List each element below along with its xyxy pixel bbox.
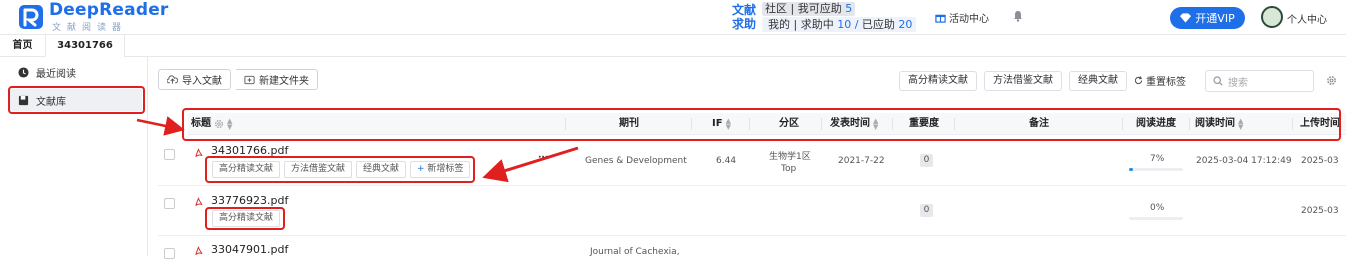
my-requests-bar[interactable]: 我的 | 求助中 10 / 已应助 20 [762, 17, 917, 32]
top-header: DeepReader 文献阅读器 文献 求助 社区 | 我可应助 5 我的 | … [0, 0, 1346, 35]
gift-icon [935, 14, 946, 23]
activity-center-link[interactable]: 活动中心 [935, 10, 989, 25]
requesting-label[interactable]: 求助中 [801, 18, 834, 31]
open-vip-label: 开通VIP [1195, 12, 1235, 25]
folder-add-icon [244, 75, 255, 84]
import-literature-button[interactable]: 导入文献 [158, 69, 231, 90]
zone-cell: 生物学1区 [769, 152, 811, 162]
tab-home[interactable]: 首页 [0, 35, 45, 57]
user-center-link[interactable]: 个人中心 [1287, 11, 1327, 26]
tag-filter-high-score[interactable]: 高分精读文献 [899, 71, 977, 91]
refresh-icon [1134, 76, 1143, 85]
search-placeholder: 搜索 [1228, 77, 1248, 89]
activity-center-label: 活动中心 [949, 14, 989, 25]
file-name[interactable]: 33776923.pdf [211, 194, 288, 207]
pdf-file-icon [195, 197, 203, 206]
progress-bar [1129, 217, 1183, 220]
community-bar[interactable]: 社区 | 我可应助 5 [762, 2, 856, 16]
clock-icon [18, 66, 29, 78]
journal-cell: Genes & Development [585, 156, 687, 166]
deepreader-logo-icon[interactable] [17, 3, 45, 31]
bell-icon[interactable] [1013, 10, 1023, 22]
zone-top-cell: Top [781, 164, 797, 174]
import-literature-label: 导入文献 [182, 76, 222, 87]
pdf-file-icon [195, 246, 203, 255]
requesting-count: 10 [837, 18, 852, 31]
can-respond-link[interactable]: 我可应助 [798, 2, 842, 15]
reset-tags-button[interactable]: 重置标签 [1134, 73, 1186, 88]
progress-bar [1129, 168, 1183, 171]
responded-label[interactable]: 已应助 [862, 18, 895, 31]
importance-badge[interactable]: 0 [920, 154, 933, 167]
tag-filter-classic[interactable]: 经典文献 [1069, 71, 1127, 91]
logo-subtitle: 文献阅读器 [52, 23, 128, 33]
open-vip-button[interactable]: 开通VIP [1170, 7, 1245, 29]
progress-fill [1129, 168, 1133, 171]
upload-time-cell: 2025-03 [1301, 156, 1339, 166]
responded-count: 20 [898, 18, 913, 31]
new-folder-button[interactable]: 新建文件夹 [236, 69, 318, 90]
search-icon [1213, 76, 1223, 86]
tag-filter-method[interactable]: 方法借鉴文献 [984, 71, 1062, 91]
pdf-file-icon [195, 148, 203, 157]
upload-time-cell: 2025-03 [1301, 206, 1339, 216]
row-checkbox[interactable] [164, 198, 175, 209]
diamond-icon [1180, 13, 1192, 23]
progress-label: 7% [1150, 154, 1165, 164]
slash-separator: / [854, 18, 859, 31]
settings-gear-icon[interactable] [1326, 75, 1337, 86]
importance-badge[interactable]: 0 [920, 204, 933, 217]
new-folder-label: 新建文件夹 [259, 76, 309, 87]
tab-document[interactable]: 34301766 [45, 35, 125, 57]
highlight-box-tags [205, 156, 475, 183]
search-input[interactable]: 搜索 [1205, 70, 1314, 92]
table-row[interactable] [158, 186, 1346, 236]
row-checkbox[interactable] [164, 248, 175, 259]
mine-link[interactable]: 我的 [768, 18, 790, 31]
read-time-cell: 2025-03-04 17:12:49 [1196, 156, 1292, 166]
highlight-box-tag [205, 207, 285, 230]
community-link[interactable]: 社区 [765, 2, 787, 15]
highlight-box-library [8, 86, 145, 114]
sidebar-item-label: 最近阅读 [36, 68, 76, 80]
if-cell: 6.44 [716, 156, 737, 166]
literature-request-text: 文献 求助 [731, 3, 756, 31]
literature-request-label[interactable]: 文献 求助 [728, 3, 760, 31]
sidebar-item-recent[interactable]: 最近阅读 [10, 61, 142, 83]
reset-tags-label: 重置标签 [1146, 77, 1186, 88]
row-checkbox[interactable] [164, 149, 175, 160]
pub-time-cell: 2021-7-22 [838, 156, 885, 166]
avatar[interactable] [1261, 6, 1283, 28]
more-dots-icon[interactable]: ··· [538, 153, 548, 163]
page-tabs: 首页 34301766 [0, 35, 1346, 57]
file-name[interactable]: 33047901.pdf [211, 243, 288, 256]
progress-label: 0% [1150, 203, 1165, 213]
logo-title: DeepReader [49, 0, 169, 20]
can-respond-count: 5 [845, 2, 853, 15]
upload-icon [167, 74, 178, 84]
